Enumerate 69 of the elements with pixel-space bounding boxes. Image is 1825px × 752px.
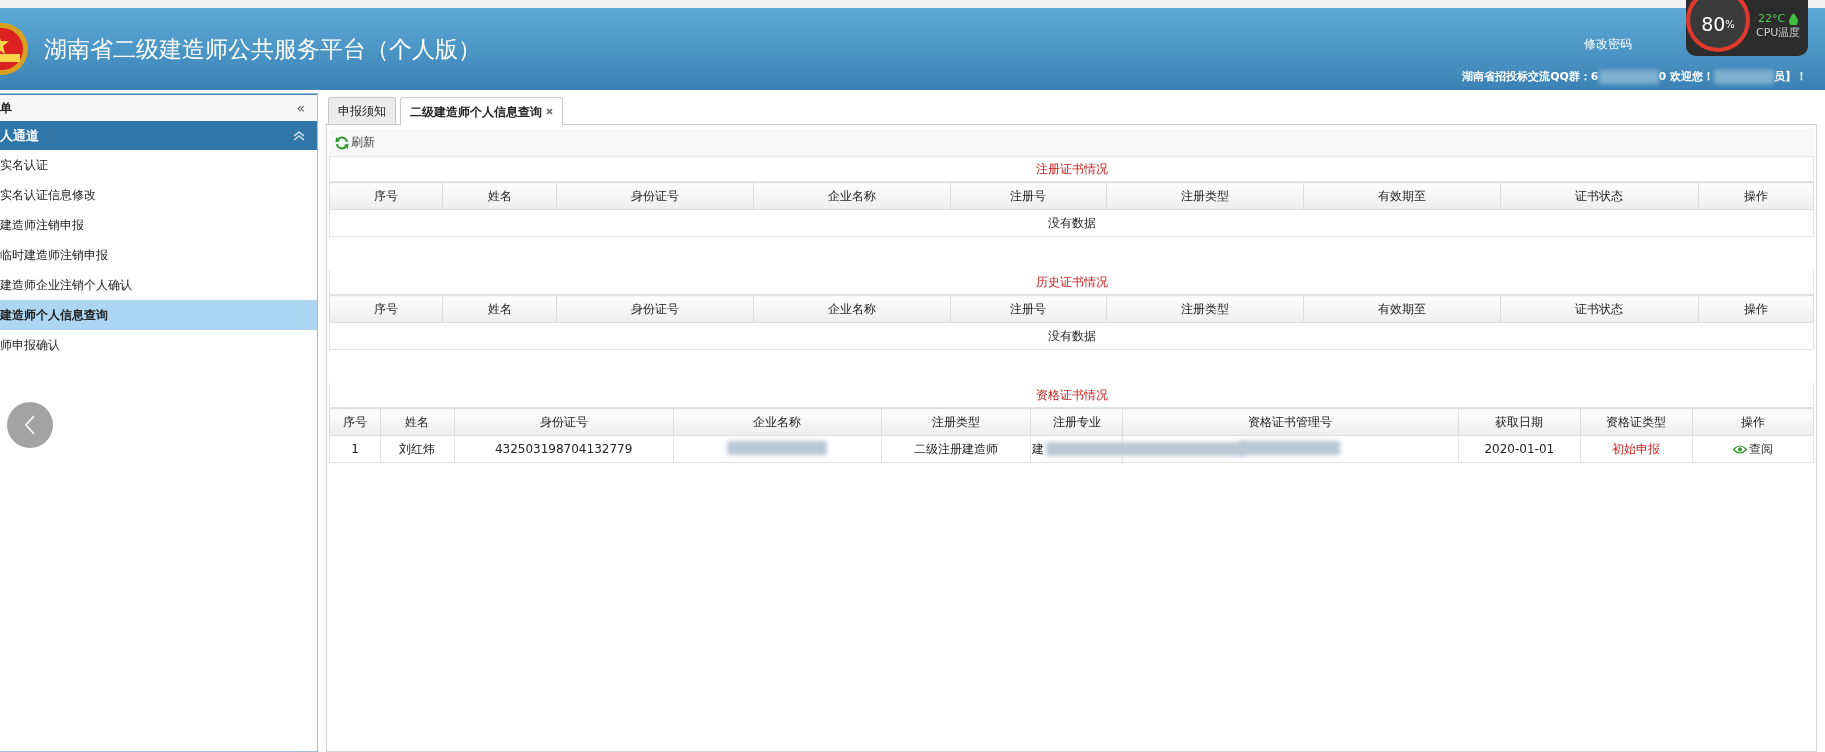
column-header: 姓名: [442, 295, 557, 323]
column-header: 企业名称: [753, 182, 951, 210]
refresh-button[interactable]: 刷新: [335, 134, 375, 151]
menu-item[interactable]: 实名认证信息修改: [0, 180, 317, 210]
menu-item[interactable]: 临时建造师注销申报: [0, 240, 317, 270]
percent-sign: %: [1725, 18, 1735, 30]
menu-group-header[interactable]: 人通道: [0, 121, 317, 150]
column-header: 注册类型: [1106, 295, 1304, 323]
chevron-left-icon: [24, 415, 36, 435]
column-header: 企业名称: [673, 408, 882, 436]
table-cell: 1: [351, 442, 359, 456]
column-header: 身份证号: [454, 408, 674, 436]
column-header: 序号: [329, 408, 381, 436]
tab[interactable]: 申报须知: [328, 97, 396, 124]
column-header: 资格证类型: [1580, 408, 1693, 436]
menu-item[interactable]: 建造师个人信息查询: [0, 300, 317, 330]
site-title: 湖南省二级建造师公共服务平台（个人版）: [44, 34, 481, 64]
column-header: 身份证号: [556, 182, 754, 210]
cpu-temperature: 22°C: [1758, 12, 1786, 25]
header-notice-text: 员】！: [1774, 69, 1807, 84]
column-header: 资格证书管理号: [1122, 408, 1459, 436]
header-notice-text: 湖南省招投标交流QQ群：6: [1462, 69, 1599, 84]
column-header: 注册专业: [1030, 408, 1123, 436]
column-header: 有效期至: [1303, 182, 1501, 210]
emblem-icon: [0, 21, 30, 77]
column-header: 注册号: [950, 295, 1107, 323]
column-header: 姓名: [380, 408, 455, 436]
cpu-usage: 80: [1701, 13, 1726, 35]
redacted-text: [1598, 69, 1659, 84]
collapse-icon[interactable]: [293, 130, 305, 141]
eye-icon: [1732, 444, 1747, 454]
column-header: 注册号: [950, 182, 1107, 210]
column-header: 证书状态: [1500, 182, 1699, 210]
column-header: 姓名: [442, 182, 557, 210]
column-header: 证书状态: [1500, 295, 1699, 323]
column-header: 序号: [329, 182, 443, 210]
back-button[interactable]: [7, 402, 53, 448]
tab[interactable]: 二级建造师个人信息查询: [400, 97, 563, 125]
cpu-label: CPU温度: [1756, 25, 1801, 40]
header-notice-text: 0 欢迎您！: [1658, 69, 1714, 84]
menu-item[interactable]: 实名认证: [0, 150, 317, 180]
table-cell: 432503198704132779: [494, 442, 633, 456]
column-header: 企业名称: [753, 295, 951, 323]
column-header: 操作: [1698, 295, 1814, 323]
column-header: 获取日期: [1458, 408, 1581, 436]
table-cell: 建: [1032, 440, 1045, 458]
column-header: 序号: [329, 295, 443, 323]
column-header: 操作: [1698, 182, 1814, 210]
collapse-button[interactable]: «: [296, 100, 305, 116]
table-cell: 二级注册建造师: [914, 441, 999, 456]
column-header: 操作: [1692, 408, 1814, 436]
column-header: 有效期至: [1303, 295, 1501, 323]
menu-item[interactable]: 建造师注销申报: [0, 210, 317, 240]
table-cell: 刘红炜: [399, 441, 436, 456]
column-header: 注册类型: [881, 408, 1031, 436]
sidebar-title: 单: [0, 99, 12, 117]
empty-message: 没有数据: [1047, 328, 1096, 343]
close-icon[interactable]: [546, 108, 553, 115]
status-text: 初始申报: [1612, 441, 1661, 456]
menu-item[interactable]: 师申报确认: [0, 330, 317, 360]
menu-group-label: 人通道: [0, 126, 39, 145]
redacted-text: [1714, 69, 1774, 84]
empty-message: 没有数据: [1047, 215, 1096, 230]
column-header: 注册类型: [1106, 182, 1304, 210]
column-header: 身份证号: [556, 295, 754, 323]
refresh-icon: [335, 135, 349, 150]
menu-item[interactable]: 建造师企业注销个人确认: [0, 270, 317, 300]
table-cell: 2020-01-01: [1484, 442, 1555, 456]
leaf-icon: [1789, 12, 1799, 25]
